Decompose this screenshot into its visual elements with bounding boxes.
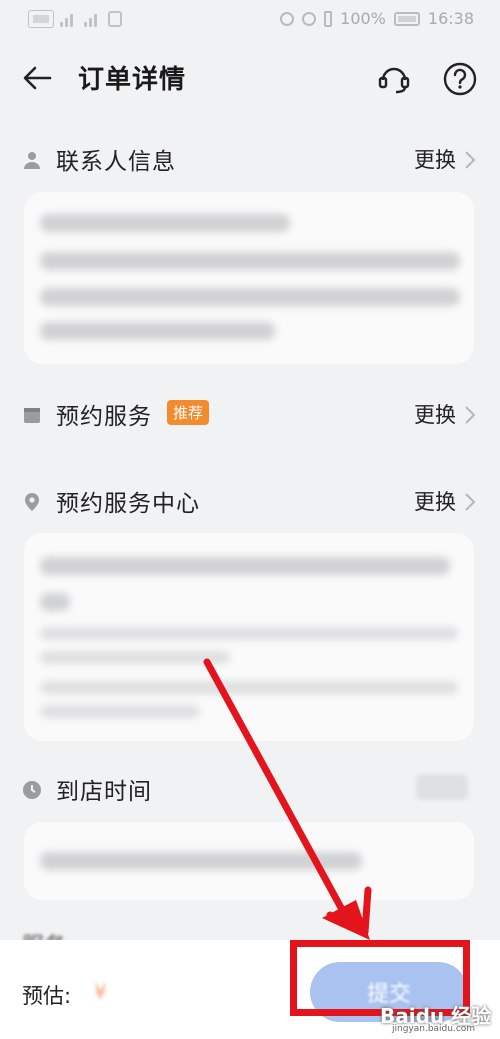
signal-icon — [60, 11, 78, 27]
chevron-right-icon[interactable] — [464, 150, 476, 170]
contact-card — [24, 192, 474, 364]
service-title: 预约服务 — [56, 404, 152, 430]
time-section-header: 到店时间 — [0, 770, 500, 810]
location-icon — [302, 11, 317, 26]
chevron-right-icon[interactable] — [464, 405, 476, 425]
service-change-button[interactable]: 更换 — [414, 399, 456, 429]
estimate-price: ¥ — [94, 980, 107, 1004]
center-section-header: 预约服务中心 更换 — [0, 482, 500, 522]
status-bar: 100% 16:38 — [0, 0, 500, 36]
calendar-icon — [24, 408, 40, 423]
page-title: 订单详情 — [78, 65, 187, 95]
contact-change-button[interactable]: 更换 — [414, 144, 456, 174]
time-card — [24, 822, 474, 900]
time-title: 到店时间 — [56, 779, 152, 805]
location-pin-icon — [25, 493, 39, 511]
back-arrow-icon[interactable] — [20, 60, 56, 96]
status-left — [28, 10, 122, 28]
center-change-button[interactable]: 更换 — [414, 486, 456, 516]
estimate-label: 预估: — [22, 984, 72, 1008]
contact-section-header: 联系人信息 更换 — [0, 140, 500, 180]
status-right: 100% 16:38 — [280, 9, 474, 28]
help-icon[interactable] — [442, 61, 478, 97]
service-section-header: 预约服务 推荐 更换 — [0, 395, 500, 435]
clock-icon — [23, 781, 41, 799]
center-title: 预约服务中心 — [56, 491, 200, 517]
nfc-icon — [108, 11, 122, 27]
contact-title: 联系人信息 — [56, 149, 176, 175]
watermark-url: jingyan.baidu.com — [392, 1024, 476, 1034]
chevron-right-icon[interactable] — [464, 492, 476, 512]
customer-service-icon[interactable] — [376, 61, 412, 97]
person-icon — [24, 152, 40, 169]
signal-icon-2 — [84, 11, 102, 27]
vibrate-icon — [324, 10, 333, 27]
battery-percent: 100% — [340, 9, 386, 28]
clock: 16:38 — [427, 9, 474, 28]
center-card — [24, 533, 474, 741]
header: 订单详情 — [0, 45, 500, 115]
recommend-badge: 推荐 — [167, 400, 210, 425]
battery-icon — [393, 11, 420, 26]
sim-card-icon — [28, 10, 54, 28]
time-change-button[interactable] — [416, 774, 468, 800]
alarm-icon — [280, 11, 295, 26]
